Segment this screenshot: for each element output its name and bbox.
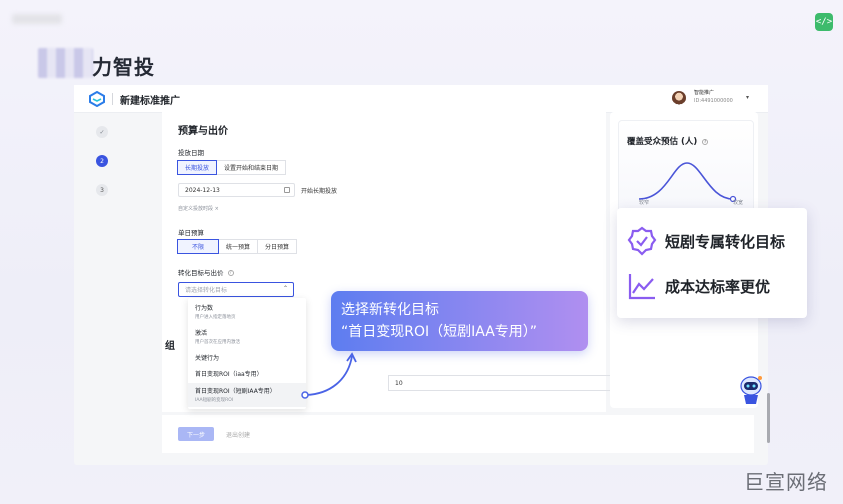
option-title: 首日变现ROI（短剧IAA专用） — [195, 388, 276, 395]
coverage-title: 覆盖受众预估 (人) ? — [627, 135, 709, 147]
daily-budget-label: 单日预算 — [178, 229, 204, 237]
chevron-down-icon[interactable]: ▾ — [746, 94, 749, 101]
option-title: 关键行为 — [195, 355, 220, 362]
pointer-arrow-icon — [301, 352, 357, 399]
goal-option-key-behavior[interactable]: 关键行为 — [188, 353, 306, 362]
coverage-title-text: 覆盖受众预估 (人) — [627, 137, 698, 147]
daily-option-per-day[interactable]: 分日预算 — [257, 239, 298, 254]
option-subtitle: 用户首次在应用内激活 — [195, 340, 240, 345]
daily-option-unlimited[interactable]: 不限 — [177, 239, 220, 254]
code-icon[interactable]: </> — [815, 13, 833, 31]
goal-placeholder: 请选择转化目标 — [185, 287, 228, 294]
option-title: 激活 — [195, 330, 208, 337]
group-input[interactable]: 10 — [388, 375, 616, 391]
schedule-option-long-term[interactable]: 长期投放 — [177, 160, 218, 175]
schedule-label: 投放日期 — [178, 149, 204, 157]
custom-time-label: 自定义投放时段 — [178, 206, 214, 212]
option-subtitle: 用户进入指定落地页 — [195, 315, 236, 320]
narrow-label: 较窄 — [639, 200, 650, 206]
goal-option-roi-iaa[interactable]: 首日变现ROI（iaa专用） — [188, 369, 306, 378]
start-date-value: 2024-12-13 — [185, 186, 220, 194]
watermark: 巨宣网络 — [744, 470, 828, 494]
daily-budget-segment: 不限 统一预算 分日预算 — [177, 239, 298, 254]
feature-text-2: 成本达标率更优 — [665, 277, 771, 296]
question-icon[interactable]: ? — [227, 270, 234, 276]
callout-line-2: “首日变现ROI（短剧IAA专用）” — [341, 324, 538, 340]
step-3[interactable]: 3 — [96, 184, 108, 196]
chevron-up-icon: ⌃ — [282, 285, 288, 292]
daily-option-uniform[interactable]: 统一预算 — [218, 239, 259, 254]
scrollbar[interactable] — [767, 393, 770, 443]
feature-row-2: 成本达标率更优 — [627, 271, 770, 301]
callout-line-1: 选择新转化目标 — [341, 302, 439, 318]
goal-select[interactable]: 请选择转化目标 ⌃ — [178, 282, 294, 297]
blurred-heading-prefix — [38, 48, 93, 78]
header-divider — [112, 93, 113, 105]
goal-label-text: 转化目标与出价 — [178, 269, 224, 277]
schedule-segment: 长期投放 设置开始和结束日期 — [177, 160, 287, 175]
step-rail: ✓ 2 3 — [88, 121, 158, 461]
avatar[interactable] — [672, 91, 686, 105]
account-id: ID:4491000000 — [694, 98, 733, 104]
option-title: 首日变现ROI（iaa专用） — [195, 371, 263, 378]
app-title: 新建标准推广 — [120, 96, 180, 107]
calendar-icon — [284, 187, 290, 193]
long-term-text: 开始长期投放 — [301, 188, 338, 195]
coverage-curve — [638, 162, 737, 203]
account-name: 智能推广 — [694, 90, 715, 96]
goal-option-behavior[interactable]: 行为数 用户进入指定落地页 — [188, 303, 306, 320]
schedule-option-date-range[interactable]: 设置开始和结束日期 — [216, 160, 287, 175]
next-button[interactable]: 下一步 — [178, 427, 214, 441]
goal-option-roi-short-drama[interactable]: 首日变现ROI（短剧IAA专用） IAA短剧的变现ROI — [188, 383, 306, 407]
option-title: 行为数 — [195, 305, 214, 312]
goal-dropdown: 行为数 用户进入指定落地页 激活 用户首次在应用内激活 关键行为 首日变现ROI… — [188, 298, 306, 409]
group-label: 组 — [165, 341, 175, 352]
feature-text-1: 短剧专属转化目标 — [665, 232, 786, 251]
start-date-input[interactable]: 2024-12-13 — [178, 183, 295, 197]
custom-time-link[interactable]: 自定义投放时段 × — [178, 205, 219, 212]
assistant-robot-icon[interactable] — [738, 374, 764, 406]
wide-label: 较宽 — [733, 200, 744, 206]
question-icon[interactable]: ? — [702, 138, 709, 145]
section-title: 预算与出价 — [178, 126, 228, 137]
blurred-top-label — [12, 14, 62, 24]
feature-row-1: 短剧专属转化目标 — [627, 226, 785, 256]
feature-panel: 短剧专属转化目标 成本达标率更优 — [617, 208, 807, 318]
option-subtitle: IAA短剧的变现ROI — [195, 398, 234, 403]
exit-button[interactable]: 退出创建 — [220, 427, 256, 441]
page-title: 力智投 — [92, 55, 155, 79]
step-1[interactable]: ✓ — [96, 126, 108, 138]
goal-option-activation[interactable]: 激活 用户首次在应用内激活 — [188, 328, 306, 345]
footer-bar: 下一步 退出创建 — [162, 415, 754, 453]
trend-chart-icon — [628, 274, 655, 300]
app-header: 新建标准推广 智能推广 ID:4491000000 ▾ — [74, 85, 768, 113]
goal-label: 转化目标与出价 ? — [178, 267, 234, 277]
badge-check-icon — [627, 226, 657, 256]
logo-icon — [89, 91, 105, 107]
step-2[interactable]: 2 — [96, 155, 108, 167]
callout-banner: 选择新转化目标 “首日变现ROI（短剧IAA专用）” — [331, 291, 588, 351]
close-icon: × — [214, 206, 219, 212]
